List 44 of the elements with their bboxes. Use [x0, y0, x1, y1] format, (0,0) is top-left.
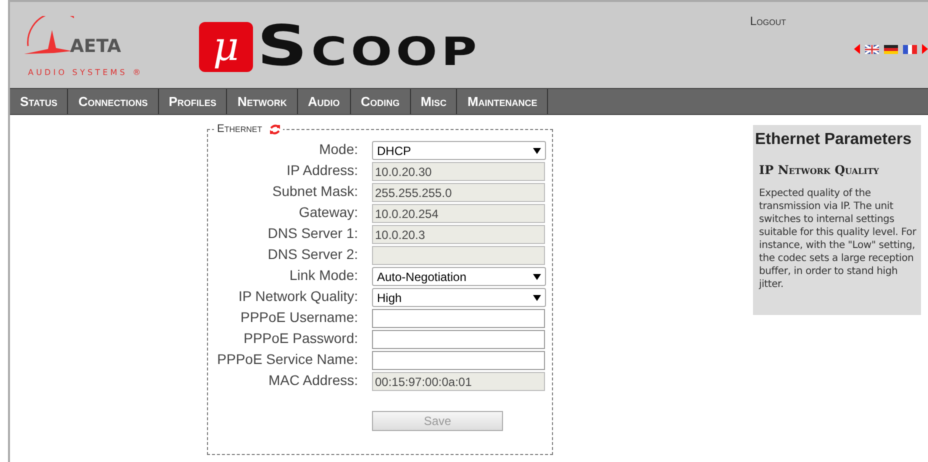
field-label: IP Address:	[286, 162, 358, 180]
french-flag-icon[interactable]	[903, 44, 917, 54]
field-label: Subnet Mask:	[271, 183, 358, 201]
nav-tab[interactable]: Status	[10, 89, 68, 114]
right-arrow-icon[interactable]	[922, 44, 928, 54]
product-mark: μ	[199, 22, 253, 72]
input-field[interactable]	[372, 351, 545, 370]
field-label: DNS Server 2:	[266, 246, 358, 264]
field-label: Link Mode:	[288, 267, 358, 285]
input-field[interactable]	[372, 309, 545, 328]
field-label: PPPoE Service Name:	[216, 351, 358, 369]
german-flag-icon[interactable]	[884, 44, 898, 54]
field-label: IP Network Quality:	[237, 288, 358, 306]
dropdown[interactable]: Auto-Negotiation	[372, 267, 546, 286]
brand-tagline: AUDIO SYSTEMS ®	[28, 68, 144, 77]
nav-tab[interactable]: Network	[227, 89, 298, 114]
caret-icon	[533, 294, 541, 300]
uk-flag-icon[interactable]	[865, 44, 879, 54]
product-name: Scoop	[257, 22, 481, 72]
help-subtitle: IP Network Quality	[759, 163, 880, 177]
nav-tab[interactable]: Coding	[350, 89, 411, 114]
nav-tab[interactable]: Misc	[410, 89, 458, 114]
nav-tab[interactable]: Connections	[68, 89, 159, 114]
section-title: Ethernet	[217, 123, 262, 135]
caret-icon	[533, 274, 541, 280]
field-label: PPPoE Password:	[242, 330, 358, 348]
nav-tab[interactable]: Audio	[298, 89, 351, 114]
field-label: PPPoE Username:	[240, 309, 358, 327]
brand-name: AETA	[70, 36, 122, 57]
dropdown[interactable]: High	[372, 288, 546, 307]
dropdown[interactable]: DHCP	[372, 141, 546, 160]
field-label: Gateway:	[298, 204, 358, 222]
nav-tab[interactable]: Profiles	[158, 89, 228, 114]
help-title: Ethernet Parameters	[755, 131, 913, 149]
field-label: MAC Address:	[268, 372, 358, 390]
nav-tab[interactable]: Maintenance	[457, 89, 548, 114]
caret-icon	[533, 148, 541, 154]
help-text: Expected quality of the transmission via IP. The unit switches to internal settings suitable for this quality level. For instance, with the "Low" setting, the codec sets a large reception buffer, in order to stand high jitter.	[759, 187, 918, 291]
refresh-icon[interactable]	[270, 124, 280, 134]
field-label: DNS Server 1:	[266, 225, 358, 243]
logout-link[interactable]: Logout	[750, 14, 786, 28]
field-label: Mode:	[318, 141, 358, 159]
input-field[interactable]	[372, 330, 545, 349]
left-arrow-icon[interactable]	[854, 44, 860, 54]
